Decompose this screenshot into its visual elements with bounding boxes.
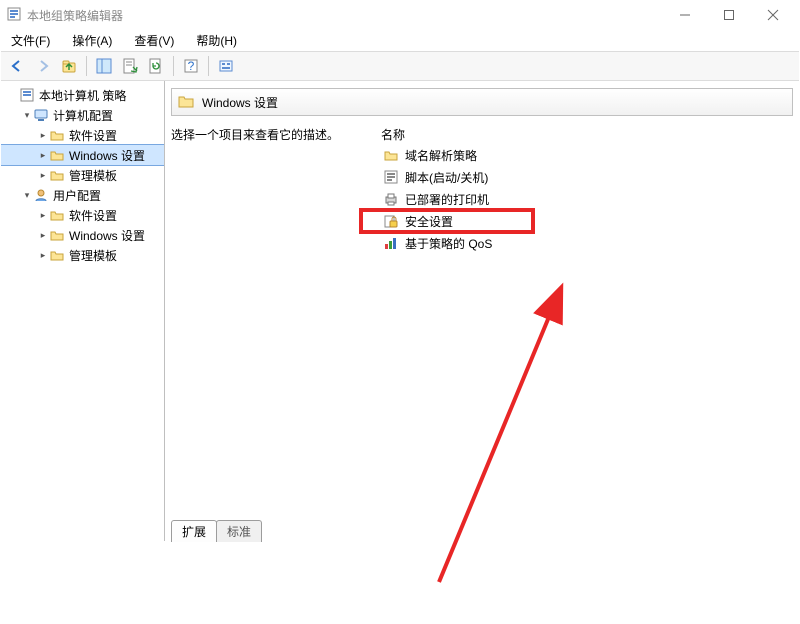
tree-software-settings[interactable]: ▸ 软件设置 xyxy=(1,125,164,145)
item-label: 域名解析策略 xyxy=(405,147,477,164)
item-label: 已部署的打印机 xyxy=(405,191,489,208)
toolbar-separator xyxy=(208,56,209,76)
printer-icon xyxy=(383,191,399,207)
toolbar-separator xyxy=(173,56,174,76)
details-pane: Windows 设置 选择一个项目来查看它的描述。 名称 域名解析策略 脚本(启… xyxy=(165,81,799,541)
policy-icon xyxy=(19,87,35,103)
column-header-name[interactable]: 名称 xyxy=(381,126,793,144)
chevron-right-icon[interactable]: ▸ xyxy=(37,170,49,181)
properties-button[interactable] xyxy=(118,54,142,78)
tree-pane[interactable]: 本地计算机 策略 ▾ 计算机配置 ▸ 软件设置 ▸ Windows 设置 ▸ 管… xyxy=(1,81,165,541)
details-header: Windows 设置 xyxy=(171,88,793,116)
tree-user-software-settings[interactable]: ▸ 软件设置 xyxy=(1,205,164,225)
tree-label: Windows 设置 xyxy=(69,227,145,244)
svg-text:?: ? xyxy=(188,59,195,73)
tree-admin-templates[interactable]: ▸ 管理模板 xyxy=(1,165,164,185)
folder-icon xyxy=(178,94,194,111)
tree-label: 软件设置 xyxy=(69,207,117,224)
script-icon xyxy=(383,169,399,185)
back-button[interactable] xyxy=(5,54,29,78)
app-icon xyxy=(7,7,21,24)
user-icon xyxy=(33,187,49,203)
menu-action[interactable]: 操作(A) xyxy=(68,30,116,51)
tab-extended[interactable]: 扩展 xyxy=(171,520,217,542)
folder-icon xyxy=(49,247,65,263)
tree-label: 管理模板 xyxy=(69,167,117,184)
item-label: 脚本(启动/关机) xyxy=(405,169,488,186)
chevron-right-icon[interactable]: ▸ xyxy=(37,210,49,221)
chart-icon xyxy=(383,235,399,251)
tree-user-admin-templates[interactable]: ▸ 管理模板 xyxy=(1,245,164,265)
forward-button[interactable] xyxy=(31,54,55,78)
chevron-down-icon[interactable]: ▾ xyxy=(21,110,33,121)
chevron-down-icon[interactable]: ▾ xyxy=(21,190,33,201)
details-title: Windows 设置 xyxy=(202,94,278,111)
computer-icon xyxy=(33,107,49,123)
folder-icon xyxy=(383,147,399,163)
tree-label: 管理模板 xyxy=(69,247,117,264)
item-dns-policy[interactable]: 域名解析策略 xyxy=(381,144,793,166)
help-button[interactable]: ? xyxy=(179,54,203,78)
item-qos[interactable]: 基于策略的 QoS xyxy=(381,232,793,254)
chevron-right-icon[interactable]: ▸ xyxy=(37,130,49,141)
tree-label: Windows 设置 xyxy=(69,147,145,164)
items-column: 名称 域名解析策略 脚本(启动/关机) 已部署的打印机 xyxy=(381,126,793,519)
folder-icon xyxy=(49,227,65,243)
folder-icon xyxy=(49,167,65,183)
tree-label: 本地计算机 策略 xyxy=(39,87,126,104)
minimize-button[interactable] xyxy=(663,1,707,29)
maximize-button[interactable] xyxy=(707,1,751,29)
item-label: 基于策略的 QoS xyxy=(405,235,492,252)
tree-computer-config[interactable]: ▾ 计算机配置 xyxy=(1,105,164,125)
item-deployed-printers[interactable]: 已部署的打印机 xyxy=(381,188,793,210)
tree-windows-settings[interactable]: ▸ Windows 设置 xyxy=(1,145,164,165)
close-button[interactable] xyxy=(751,1,795,29)
tree-label: 计算机配置 xyxy=(53,107,113,124)
item-scripts[interactable]: 脚本(启动/关机) xyxy=(381,166,793,188)
menu-file[interactable]: 文件(F) xyxy=(7,30,54,51)
chevron-right-icon[interactable]: ▸ xyxy=(37,250,49,261)
details-content: 选择一个项目来查看它的描述。 名称 域名解析策略 脚本(启动/关机) 已部署的打… xyxy=(165,122,799,519)
tree-user-windows-settings[interactable]: ▸ Windows 设置 xyxy=(1,225,164,245)
filter-button[interactable] xyxy=(214,54,238,78)
chevron-right-icon[interactable]: ▸ xyxy=(37,150,49,161)
toolbar-separator xyxy=(86,56,87,76)
folder-icon xyxy=(49,127,65,143)
refresh-button[interactable] xyxy=(144,54,168,78)
window-title: 本地组策略编辑器 xyxy=(27,7,123,24)
folder-icon xyxy=(49,207,65,223)
item-label: 安全设置 xyxy=(405,213,453,230)
tab-standard[interactable]: 标准 xyxy=(216,520,262,542)
title-bar: 本地组策略编辑器 xyxy=(1,1,799,29)
tree-root[interactable]: 本地计算机 策略 xyxy=(1,85,164,105)
security-icon xyxy=(383,213,399,229)
body: 本地计算机 策略 ▾ 计算机配置 ▸ 软件设置 ▸ Windows 设置 ▸ 管… xyxy=(1,81,799,541)
tree-label: 用户配置 xyxy=(53,187,101,204)
item-security-settings[interactable]: 安全设置 xyxy=(381,210,793,232)
up-button[interactable] xyxy=(57,54,81,78)
menu-bar: 文件(F) 操作(A) 查看(V) 帮助(H) xyxy=(1,29,799,51)
chevron-right-icon[interactable]: ▸ xyxy=(37,230,49,241)
menu-help[interactable]: 帮助(H) xyxy=(192,30,241,51)
toolbar: ? xyxy=(1,51,799,81)
tree-label: 软件设置 xyxy=(69,127,117,144)
description-prompt: 选择一个项目来查看它的描述。 xyxy=(171,126,381,143)
show-tree-button[interactable] xyxy=(92,54,116,78)
tree-user-config[interactable]: ▾ 用户配置 xyxy=(1,185,164,205)
details-tabs: 扩展 标准 xyxy=(165,519,799,541)
folder-icon xyxy=(49,147,65,163)
menu-view[interactable]: 查看(V) xyxy=(130,30,178,51)
description-column: 选择一个项目来查看它的描述。 xyxy=(171,126,381,519)
